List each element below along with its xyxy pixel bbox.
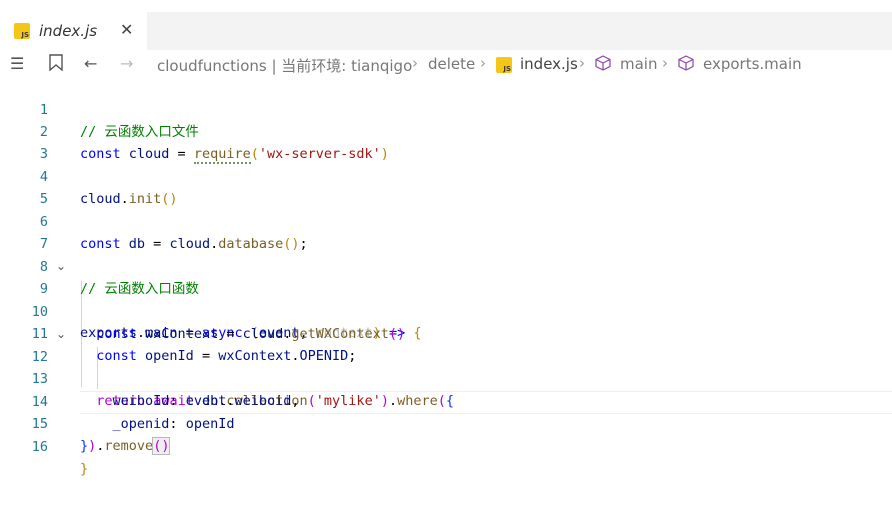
code-editor[interactable]: 1 // 云函数入口文件 2 const cloud = require('wx… xyxy=(0,76,892,506)
code-line: 14 _openid: openId xyxy=(0,369,892,432)
forward-arrow-icon[interactable]: → xyxy=(120,54,133,73)
breadcrumb-item-main[interactable]: main xyxy=(620,55,657,73)
code-line: 15 }).remove() xyxy=(0,391,892,455)
close-icon[interactable]: ✕ xyxy=(120,20,133,39)
code-line: 3 xyxy=(0,121,892,162)
code-line: 9 ⌄ exports.main = async (event, context… xyxy=(0,255,892,341)
tab-bar: JS index.js ✕ xyxy=(0,12,892,50)
breadcrumb-item-exports-main[interactable]: exports.main xyxy=(703,55,802,73)
js-file-icon: JS xyxy=(496,57,512,73)
code-line: 12 ⌄ return await db.collection('mylike'… xyxy=(0,323,892,409)
code-line: 11 const openId = wxContext.OPENID; xyxy=(0,301,892,364)
window-top-strip xyxy=(0,0,892,12)
code-line: 10 const wxContext = cloud.getWXContext(… xyxy=(0,279,892,342)
cube-icon xyxy=(678,55,694,75)
code-line: 1 // 云函数入口文件 xyxy=(0,77,892,140)
breadcrumb: ☰ ← → cloudfunctions | 当前环境: tianqigo › … xyxy=(0,50,892,78)
bookmark-icon[interactable] xyxy=(49,54,63,75)
chevron-down-icon[interactable]: ⌄ xyxy=(56,255,66,277)
back-arrow-icon[interactable]: ← xyxy=(84,54,97,73)
code-line: 2 const cloud = require('wx-server-sdk') xyxy=(0,99,892,164)
outline-list-icon[interactable]: ☰ xyxy=(10,54,24,73)
function-name: remove xyxy=(104,438,154,454)
tab-title: index.js xyxy=(39,22,98,40)
chevron-right-icon: › xyxy=(579,54,585,72)
code-line: 7 xyxy=(0,211,892,252)
cube-icon xyxy=(595,55,611,75)
code-line: 4 cloud.init() xyxy=(0,144,892,207)
code-line: 6 const db = cloud.database(); xyxy=(0,189,892,252)
chevron-right-icon: › xyxy=(412,54,418,72)
breadcrumb-item-env[interactable]: cloudfunctions | 当前环境: tianqigo xyxy=(157,55,412,76)
breadcrumb-item-file[interactable]: index.js xyxy=(520,55,578,73)
chevron-right-icon: › xyxy=(480,54,486,72)
tab-index-js[interactable]: JS index.js ✕ xyxy=(0,12,147,50)
line-number: 16 xyxy=(31,439,48,455)
code-line: 13 weiboId: event.weiboid, xyxy=(0,346,892,409)
code-line: 8 // 云函数入口函数 xyxy=(0,234,892,297)
chevron-down-icon[interactable]: ⌄ xyxy=(56,323,66,345)
breadcrumb-item-folder[interactable]: delete xyxy=(428,55,475,73)
chevron-right-icon: › xyxy=(662,54,668,72)
js-file-icon: JS xyxy=(14,23,30,39)
code-line: 5 xyxy=(0,166,892,207)
code-line: 16 } xyxy=(0,414,892,477)
